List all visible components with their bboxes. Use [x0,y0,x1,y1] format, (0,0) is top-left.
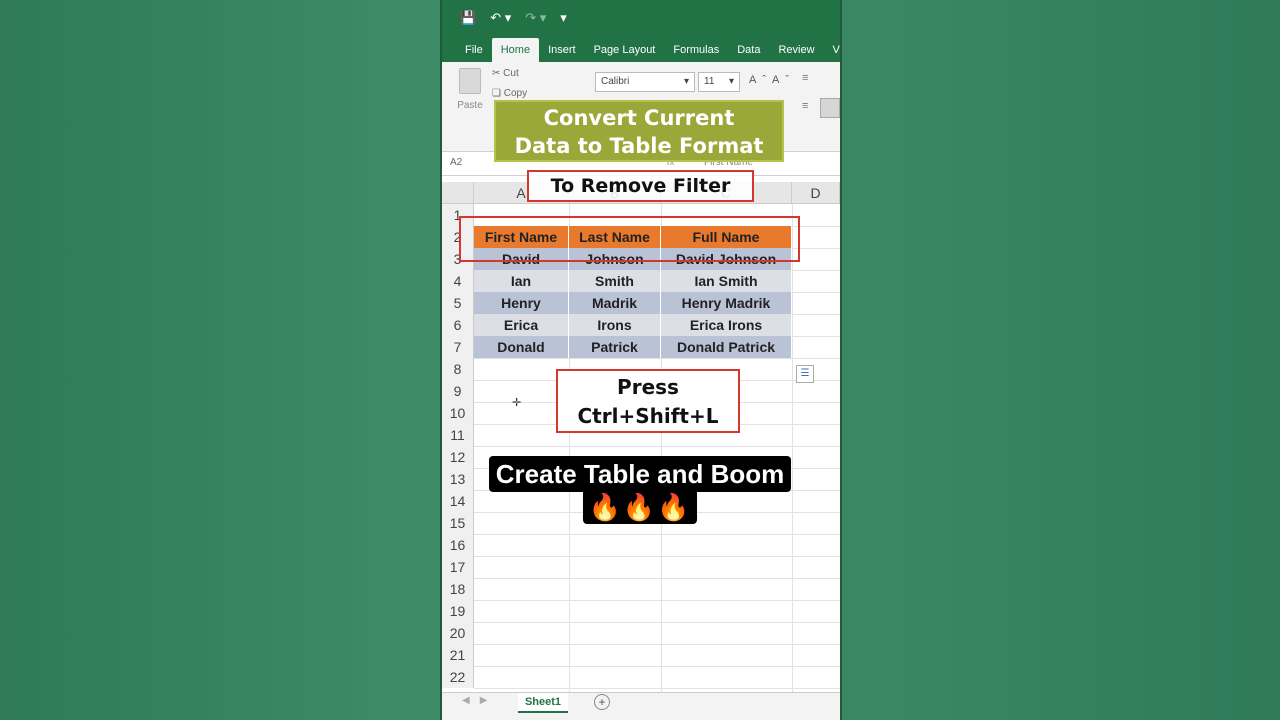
header-highlight-box [459,216,800,262]
gridline [474,666,840,667]
overlay-title-line1: Convert Current [543,106,735,130]
paste-label: Paste [457,100,483,111]
table-row: Henry Madrik Henry Madrik [474,292,792,314]
save-icon[interactable]: 💾 [460,10,476,26]
quick-access-toolbar: 💾 ↶ ▾ ↷ ▾ ▾ [442,0,840,36]
tab-home[interactable]: Home [491,38,540,62]
gridline [474,358,840,359]
row-header[interactable]: 5 [442,292,474,314]
gridline [474,644,840,645]
overlay-title-line2: Data to Table Format [514,134,764,158]
table-cell[interactable]: Patrick [569,336,661,358]
overlay-press-line1: Press [617,375,679,399]
cut-label: Cut [503,68,519,79]
table-cell[interactable]: Ian Smith [661,270,792,292]
copy-button[interactable]: ❏ Copy [492,88,527,99]
overlay-boom-caption: Create Table and Boom [489,456,791,492]
sheet-tab-bar: ◀▶ Sheet1 + [442,692,840,720]
table-cell[interactable]: Ian [474,270,569,292]
overlay-press-line2: Ctrl+Shift+L [577,404,719,428]
chevron-down-icon: ▾ [683,76,689,87]
table-cell[interactable]: Smith [569,270,661,292]
row-header[interactable]: 7 [442,336,474,358]
font-name-select[interactable]: Calibri ▾ [595,72,695,92]
cell-cursor-icon: ✛ [512,397,522,409]
paste-button[interactable]: Paste [454,68,486,128]
redo-icon[interactable]: ↷ ▾ [525,10,546,26]
row-header[interactable]: 6 [442,314,474,336]
cut-button[interactable]: ✂ Cut [492,68,519,79]
row-header[interactable]: 17 [442,556,474,578]
fire-emoji-icon: 🔥🔥🔥 [583,490,697,524]
row-header[interactable]: 16 [442,534,474,556]
select-all-corner[interactable] [442,182,474,204]
gridline [474,534,840,535]
tab-review[interactable]: Review [769,44,823,62]
gridline [474,556,840,557]
chevron-down-icon: ▾ [728,76,734,87]
table-cell[interactable]: Erica [474,314,569,336]
font-size-select[interactable]: 11 ▾ [698,72,740,92]
row-header[interactable]: 14 [442,490,474,512]
row-header[interactable]: 22 [442,666,474,688]
tab-insert[interactable]: Insert [539,44,585,62]
clipboard-icon [459,68,481,94]
tab-file[interactable]: File [456,44,492,62]
overlay-shortcut-caption: Press Ctrl+Shift+L [556,369,740,433]
column-header-d[interactable]: D [792,182,840,204]
align-top-icon[interactable]: ≡ [802,72,808,84]
table-row: Erica Irons Erica Irons [474,314,792,336]
undo-icon[interactable]: ↶ ▾ [490,10,511,26]
tab-view[interactable]: Vi [824,44,840,62]
gridline [474,578,840,579]
sheet-nav-arrows-icon[interactable]: ◀▶ [462,695,497,706]
copy-label: Copy [503,88,528,99]
row-header[interactable]: 8 [442,358,474,380]
add-sheet-button[interactable]: + [594,694,610,710]
row-header[interactable]: 9 [442,380,474,402]
ribbon-tabs: File Home Insert Page Layout Formulas Da… [442,36,840,62]
row-header[interactable]: 15 [442,512,474,534]
quick-analysis-icon[interactable]: ☰ [796,365,814,383]
gridline [474,446,840,447]
align-center-icon[interactable] [820,98,840,118]
row-header[interactable]: 11 [442,424,474,446]
tab-formulas[interactable]: Formulas [664,44,728,62]
row-header[interactable]: 21 [442,644,474,666]
overlay-title-caption: Convert Current Data to Table Format [494,100,784,162]
table-row: Donald Patrick Donald Patrick [474,336,792,358]
table-cell[interactable]: Donald Patrick [661,336,792,358]
row-header[interactable]: 12 [442,446,474,468]
gridline [474,600,840,601]
table-cell[interactable]: Irons [569,314,661,336]
align-left-icon[interactable]: ≡ [802,100,808,112]
gridline [474,688,840,689]
tab-page-layout[interactable]: Page Layout [585,44,665,62]
gridline [792,204,793,692]
table-cell[interactable]: Donald [474,336,569,358]
row-header[interactable]: 10 [442,402,474,424]
row-header[interactable]: 13 [442,468,474,490]
row-header[interactable]: 20 [442,622,474,644]
overlay-remove-filter-caption: To Remove Filter [527,170,754,202]
font-name-value: Calibri [601,76,630,87]
gridline [474,622,840,623]
row-header[interactable]: 19 [442,600,474,622]
copy-icon: ❏ [492,88,501,99]
customize-icon[interactable]: ▾ [560,10,567,26]
tab-data[interactable]: Data [728,44,769,62]
table-row: Ian Smith Ian Smith [474,270,792,292]
table-cell[interactable]: Henry Madrik [661,292,792,314]
scissors-icon: ✂ [492,68,501,79]
row-header[interactable]: 4 [442,270,474,292]
table-cell[interactable]: Henry [474,292,569,314]
font-size-value: 11 [704,76,715,87]
sheet-tab-sheet1[interactable]: Sheet1 [518,693,568,713]
name-box[interactable]: A2 [450,157,462,168]
font-size-buttons[interactable]: AˆAˇ [749,74,795,86]
table-cell[interactable]: Erica Irons [661,314,792,336]
table-cell[interactable]: Madrik [569,292,661,314]
row-header[interactable]: 18 [442,578,474,600]
